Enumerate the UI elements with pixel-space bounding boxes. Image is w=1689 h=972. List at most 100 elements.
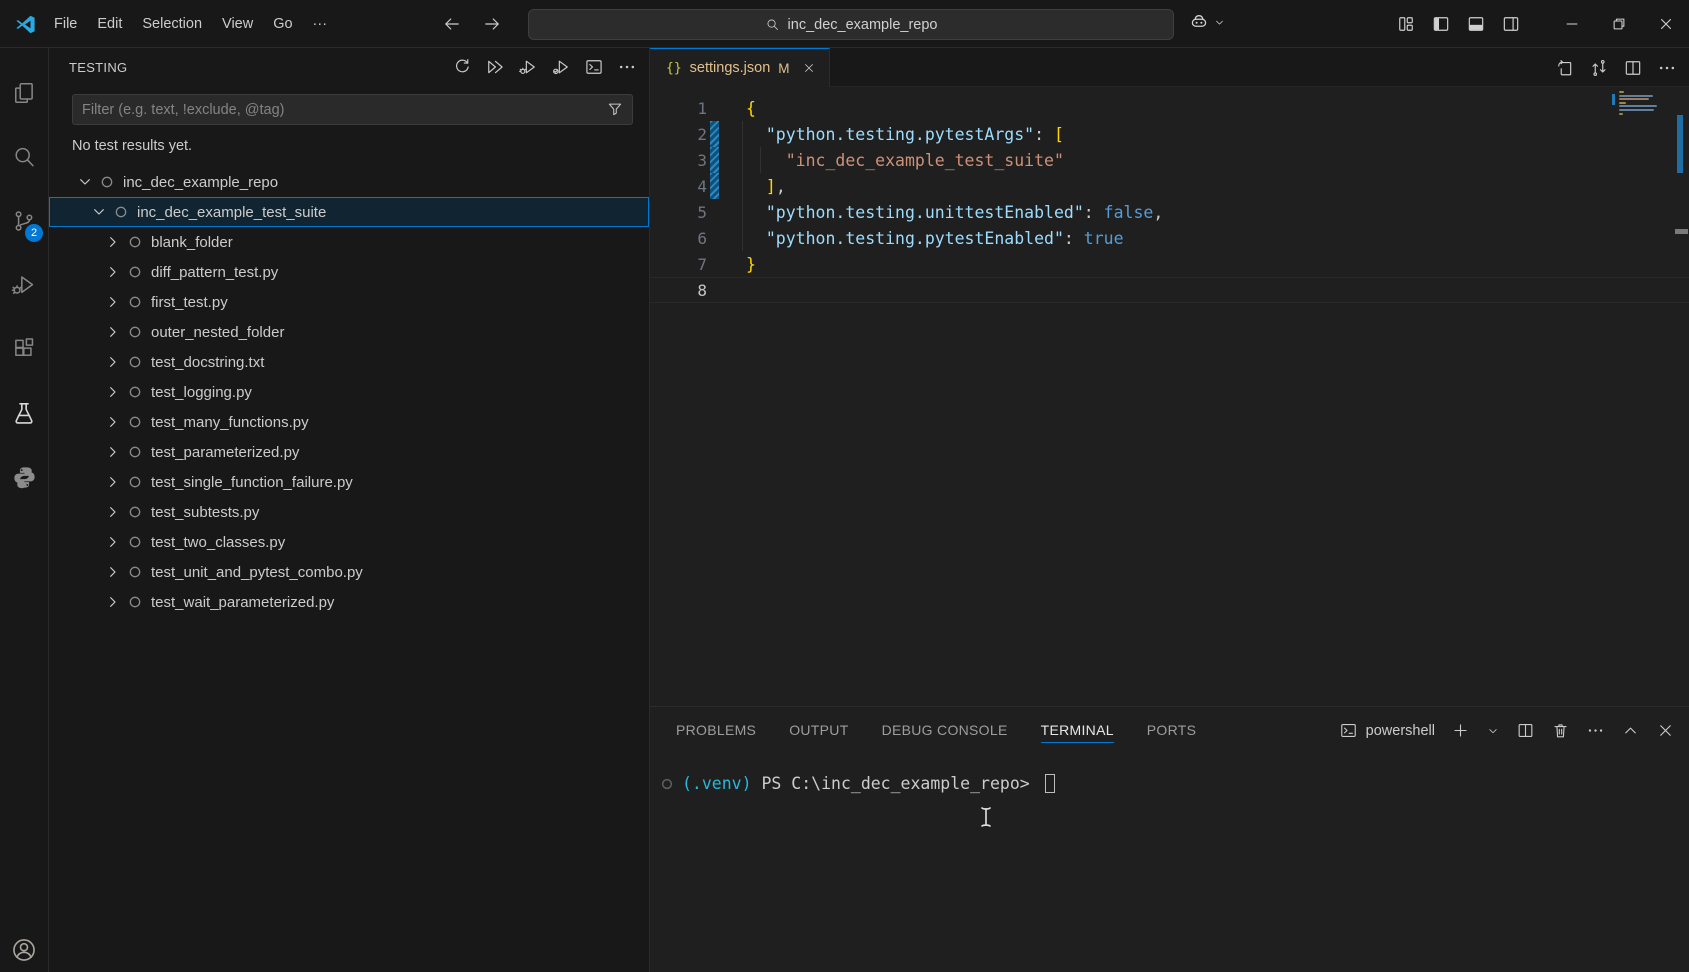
terminal-prompt-row: (.venv) PS C:\inc_dec_example_repo> [660,774,1689,793]
show-test-output-icon[interactable] [584,57,604,77]
minimap[interactable] [1619,91,1671,117]
toggle-panel-icon[interactable] [1466,14,1486,34]
restore-button[interactable] [1595,0,1642,48]
testing-view-icon[interactable] [0,381,48,445]
command-center-search[interactable]: inc_dec_example_repo [528,9,1174,40]
menu-go[interactable]: Go [263,11,302,37]
terminal-controls: powershell [1339,707,1675,754]
gutter-modified-indicator [710,121,719,147]
line-number: 5 [650,203,707,222]
code-text: ], [746,177,786,196]
panel-header: PROBLEMS OUTPUT DEBUG CONSOLE TERMINAL PORTS… [650,707,1689,754]
python-icon[interactable] [0,445,48,509]
menu-view[interactable]: View [212,11,263,37]
customize-layout-icon[interactable] [1396,14,1416,34]
close-tab-icon[interactable] [802,61,816,75]
minimize-button[interactable] [1548,0,1595,48]
extensions-icon[interactable] [0,317,48,381]
chevron-right-icon [105,324,121,340]
test-item-inc_dec_example_repo[interactable]: inc_dec_example_repo [49,167,649,197]
overview-ruler-modified [1677,115,1683,173]
close-panel-icon[interactable] [1656,721,1675,740]
source-control-icon[interactable]: 2 [0,189,48,253]
code-line-3: 3 "inc_dec_example_test_suite" [650,147,1689,173]
tab-settings-json[interactable]: {} settings.json M [650,48,830,87]
panel-tab-debug-console[interactable]: DEBUG CONSOLE [882,718,1008,743]
test-unset-circle-icon [127,474,143,490]
terminal-icon [1339,721,1358,740]
open-changes-icon[interactable] [1589,58,1609,78]
test-item-label: test_unit_and_pytest_combo.py [151,564,363,581]
run-and-debug-icon[interactable] [0,253,48,317]
code-lines: 1{2 "python.testing.pytestArgs": [3 "inc… [650,95,1689,303]
menu-selection[interactable]: Selection [132,11,212,37]
split-terminal-icon[interactable] [1516,721,1535,740]
vscode-window: FileEditSelectionViewGo··· inc_dec_examp… [0,0,1689,972]
panel-tab-problems[interactable]: PROBLEMS [676,718,756,743]
maximize-panel-icon[interactable] [1621,721,1640,740]
test-item-test_two_classes.py[interactable]: test_two_classes.py [49,527,649,557]
debug-tests-icon[interactable] [518,57,538,77]
test-item-test_single_function_failure.py[interactable]: test_single_function_failure.py [49,467,649,497]
panel-tab-terminal[interactable]: TERMINAL [1041,718,1114,743]
terminal-profile[interactable]: powershell [1339,721,1435,740]
test-item-test_parameterized.py[interactable]: test_parameterized.py [49,437,649,467]
test-item-test_docstring.txt[interactable]: test_docstring.txt [49,347,649,377]
test-item-outer_nested_folder[interactable]: outer_nested_folder [49,317,649,347]
close-window-button[interactable] [1642,0,1689,48]
account-icon[interactable] [0,932,48,972]
chevron-right-icon [105,564,121,580]
chevron-down-icon [1213,16,1226,29]
more-actions-icon[interactable] [1586,721,1605,740]
menu-edit[interactable]: Edit [87,11,132,37]
run-tests-coverage-icon[interactable] [551,57,571,77]
terminal[interactable]: (.venv) PS C:\inc_dec_example_repo> [650,754,1689,793]
indent-guide [742,121,743,147]
toggle-primary-sidebar-icon[interactable] [1431,14,1451,34]
test-item-test_subtests.py[interactable]: test_subtests.py [49,497,649,527]
test-item-test_wait_parameterized.py[interactable]: test_wait_parameterized.py [49,587,649,617]
panel-tab-output[interactable]: OUTPUT [789,718,848,743]
test-item-test_unit_and_pytest_combo.py[interactable]: test_unit_and_pytest_combo.py [49,557,649,587]
code-line-2: 2 "python.testing.pytestArgs": [ [650,121,1689,147]
code-editor[interactable]: 1{2 "python.testing.pytestArgs": [3 "inc… [650,87,1689,705]
test-item-label: test_docstring.txt [151,354,264,371]
launch-profile-chevron-icon[interactable] [1486,724,1500,738]
refresh-tests-icon[interactable] [452,57,472,77]
search-view-icon[interactable] [0,125,48,189]
open-settings-ui-icon[interactable] [1555,58,1575,78]
test-unset-circle-icon [113,204,129,220]
title-bar: FileEditSelectionViewGo··· inc_dec_examp… [0,0,1689,48]
panel-tab-ports[interactable]: PORTS [1147,718,1196,743]
copilot-menu[interactable] [1188,11,1226,33]
code-line-6: 6 "python.testing.pytestEnabled": true [650,225,1689,251]
test-item-blank_folder[interactable]: blank_folder [49,227,649,257]
test-unset-circle-icon [127,264,143,280]
run-all-tests-icon[interactable] [485,57,505,77]
split-editor-icon[interactable] [1623,58,1643,78]
kill-terminal-icon[interactable] [1551,721,1570,740]
menu-file[interactable]: File [44,11,87,37]
menu-more[interactable]: ··· [303,11,338,37]
activity-bar: 2 [0,48,49,972]
explorer-icon[interactable] [0,61,48,125]
shell-label: powershell [1366,723,1435,739]
back-arrow-icon[interactable] [442,14,462,34]
test-item-test_many_functions.py[interactable]: test_many_functions.py [49,407,649,437]
indent-guide [742,225,743,251]
line-number: 2 [650,125,707,144]
test-filter-input[interactable] [72,94,633,125]
test-item-first_test.py[interactable]: first_test.py [49,287,649,317]
indent-guide [742,199,743,225]
more-actions-icon[interactable] [1657,58,1677,78]
test-unset-circle-icon [127,294,143,310]
filter-funnel-icon[interactable] [606,100,624,118]
toggle-secondary-sidebar-icon[interactable] [1501,14,1521,34]
test-item-diff_pattern_test.py[interactable]: diff_pattern_test.py [49,257,649,287]
mouse-cursor-ibeam [978,806,994,828]
forward-arrow-icon[interactable] [482,14,502,34]
more-actions-icon[interactable] [617,57,637,77]
new-terminal-icon[interactable] [1451,721,1470,740]
test-item-inc_dec_example_test_suite[interactable]: inc_dec_example_test_suite [49,197,649,227]
test-item-test_logging.py[interactable]: test_logging.py [49,377,649,407]
